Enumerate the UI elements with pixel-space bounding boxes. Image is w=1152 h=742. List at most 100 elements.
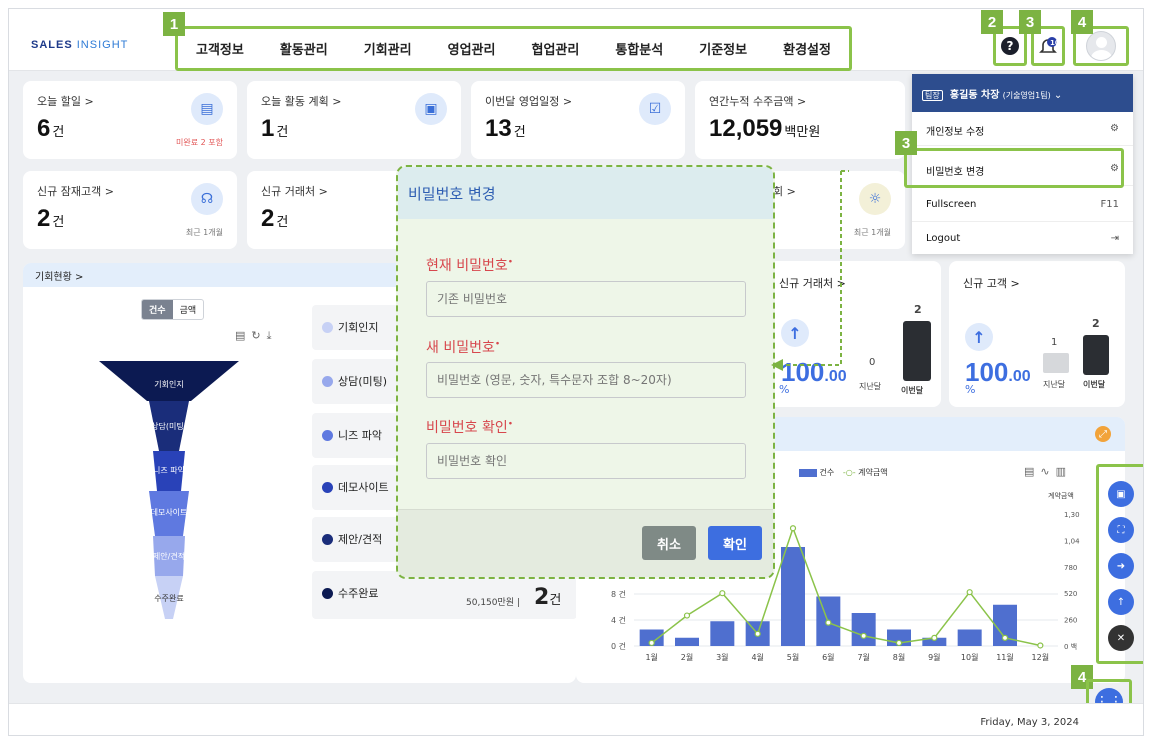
kpi-card-prospects[interactable]: 신규 잠재고객 > 2건 ☊ 최근 1개월 xyxy=(23,171,237,249)
stage-label: 수주완료 xyxy=(338,587,379,600)
left-tick-label: 8 건 xyxy=(611,589,626,599)
funnel-chart xyxy=(99,361,239,619)
stage-label: 니즈 파악 xyxy=(338,429,382,442)
bar-2월 xyxy=(675,637,699,646)
logout-icon: ⇥ xyxy=(1110,233,1119,244)
confirm-button[interactable]: 확인 xyxy=(708,526,762,560)
connector-arrow xyxy=(771,170,849,371)
x-tick-label: 5월 xyxy=(787,652,799,662)
logout-icon[interactable]: ➜ xyxy=(1108,553,1134,579)
prev-value: 0 xyxy=(869,357,876,368)
stage-dot xyxy=(322,322,333,333)
line-point-9월 xyxy=(931,634,938,641)
kpi-title: 신규 거래처 > xyxy=(261,185,328,198)
download-icon[interactable]: ⤓ xyxy=(267,329,278,342)
kpi-card-revenue[interactable]: 연간누적 수주금액 > 12,059 백만원 xyxy=(695,81,905,159)
cancel-button[interactable]: 취소 xyxy=(642,526,696,560)
right-tick-label: 1,04 xyxy=(1064,537,1080,545)
footer: Friday, May 3, 2024 xyxy=(9,703,1143,735)
x-tick-label: 12월 xyxy=(1032,652,1050,662)
nav-sales[interactable]: 영업관리 xyxy=(448,39,496,58)
bar-10월 xyxy=(957,629,982,646)
nav-settings[interactable]: 환경설정 xyxy=(783,39,831,58)
kpi-card-schedule[interactable]: 이번달 영업일정 > 13 건 ☑ xyxy=(471,81,685,159)
new-password-label: 새 비밀번호• xyxy=(426,339,501,356)
stage-dot xyxy=(322,376,333,387)
logo[interactable]: SALES INSIGHT xyxy=(31,39,128,51)
profile-dropdown-header[interactable]: 팀장 홍길동 차장 (기술영업1팀) ⌄ xyxy=(912,74,1133,112)
right-tick-label: 260 xyxy=(1064,617,1077,625)
user-gear-icon: ⚙ xyxy=(1110,123,1119,134)
x-tick-label: 4월 xyxy=(751,652,763,662)
document-icon[interactable]: ▤ xyxy=(235,329,251,342)
kpi-card-plan[interactable]: 오늘 활동 계획 > 1건 ▣ xyxy=(247,81,461,159)
shortcut-hint: F11 xyxy=(1100,199,1119,210)
help-icon: ? xyxy=(1001,37,1019,55)
floating-actions: ▣ ⛶ ➜ ↑ ✕ xyxy=(1096,464,1143,664)
funnel-label: 데모사이트 xyxy=(150,508,188,517)
refresh-icon[interactable]: ↻ xyxy=(251,329,266,342)
x-tick-label: 9월 xyxy=(928,652,940,662)
stage-label: 제안/견적 xyxy=(338,533,383,546)
prev-label: 지난달 xyxy=(859,382,882,391)
stage-label: 데모사이트 xyxy=(338,481,389,494)
current-bar xyxy=(903,321,931,381)
prev-label: 지난달 xyxy=(1043,380,1066,389)
callout-3b: 3 xyxy=(895,131,917,155)
stage-count: 2건 xyxy=(534,585,562,610)
line-point-2월 xyxy=(683,612,691,619)
callout-3: 3 xyxy=(1019,10,1041,34)
toggle-count[interactable]: 건수 xyxy=(142,300,173,319)
line-point-3월 xyxy=(719,590,726,597)
curr-label: 이번달 xyxy=(1083,380,1106,389)
user-team: (기술영업1팀) xyxy=(1002,91,1051,100)
menu-logout[interactable]: Logout ⇥ xyxy=(912,224,1133,256)
nav-opportunity[interactable]: 기회관리 xyxy=(364,39,412,58)
kpi-value: 2건 xyxy=(37,205,65,232)
stage-dot xyxy=(322,430,333,441)
x-tick-label: 6월 xyxy=(822,652,834,662)
panel-title[interactable]: 신규 고객 > xyxy=(963,275,1020,291)
x-tick-label: 8월 xyxy=(893,652,905,662)
panel-tools: ▤↻⤓ xyxy=(235,329,278,343)
role-tag: 팀장 xyxy=(922,90,943,101)
confirm-password-label: 비밀번호 확인• xyxy=(426,419,514,436)
nav-activity[interactable]: 활동관리 xyxy=(280,39,328,58)
line-point-11월 xyxy=(1001,634,1009,641)
confirm-password-field[interactable] xyxy=(426,443,746,479)
briefcase-icon: ▣ xyxy=(415,93,447,125)
nav-collaboration[interactable]: 협업관리 xyxy=(532,39,580,58)
scroll-top-icon[interactable]: ↑ xyxy=(1108,589,1134,615)
nav-analytics[interactable]: 통합분석 xyxy=(615,39,663,58)
bar-5월 xyxy=(781,547,805,646)
funnel-label: 기회인지 xyxy=(154,380,184,389)
line-point-8월 xyxy=(895,639,903,647)
fullscreen-icon[interactable]: ⛶ xyxy=(1108,517,1134,543)
print-icon[interactable]: ▣ xyxy=(1108,481,1134,507)
kpi-note: 미완료 2 포함 xyxy=(176,138,223,147)
close-icon[interactable]: ✕ xyxy=(1108,625,1134,651)
kpi-card-todo[interactable]: 오늘 할일 > 6건 ▤ 미완료 2 포함 xyxy=(23,81,237,159)
notification-count: 10 xyxy=(1050,39,1060,47)
stage-dot xyxy=(322,588,333,599)
funnel-label: 니즈 파악 xyxy=(153,466,185,475)
toggle-amount[interactable]: 금액 xyxy=(173,300,204,319)
nav-master-data[interactable]: 기준정보 xyxy=(699,39,747,58)
prev-value: 1 xyxy=(1051,337,1058,348)
bar-3월 xyxy=(710,621,735,646)
kpi-note: 최근 1개월 xyxy=(185,228,223,237)
line-point-10월 xyxy=(966,589,973,596)
menu-edit-profile[interactable]: 개인정보 수정 ⚙ xyxy=(912,114,1133,146)
lightbulb-icon: ☼ xyxy=(859,183,891,215)
line-point-4월 xyxy=(754,630,761,637)
avatar xyxy=(1086,31,1116,61)
password-change-modal: 비밀번호 변경 현재 비밀번호• 새 비밀번호• 비밀번호 확인• 취소 확인 xyxy=(396,165,775,579)
current-password-field[interactable] xyxy=(426,281,746,317)
current-password-label: 현재 비밀번호• xyxy=(426,257,514,274)
new-password-field[interactable] xyxy=(426,362,746,398)
nav-customer[interactable]: 고객정보 xyxy=(196,39,244,58)
menu-fullscreen[interactable]: Fullscreen F11 xyxy=(912,190,1133,222)
kpi-note: 최근 1개월 xyxy=(853,228,891,237)
kpi-title: 연간누적 수주금액 > xyxy=(709,95,807,108)
percent-sign: % xyxy=(965,383,976,396)
